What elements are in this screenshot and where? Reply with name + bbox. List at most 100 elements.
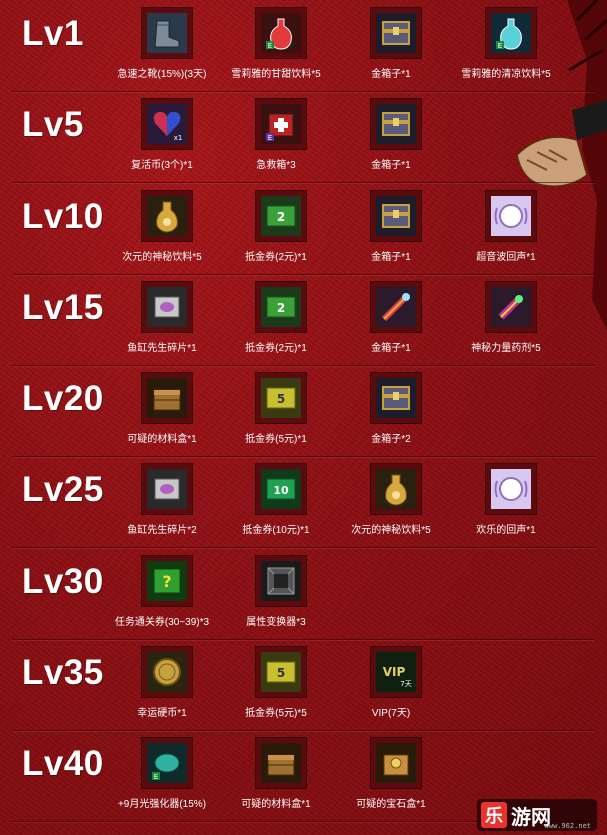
reward-item[interactable]: VIP 7天 VIP(7天) — [331, 647, 451, 727]
reward-icon-frame — [371, 8, 421, 58]
level-label: Lv1 — [22, 14, 84, 53]
reward-item[interactable]: 金箱子*1 — [331, 8, 451, 88]
svg-text:5: 5 — [277, 392, 285, 406]
reward-icon-frame — [256, 738, 306, 788]
first-aid-kit-icon: E — [261, 104, 301, 144]
enhancer-icon: E — [147, 743, 187, 783]
svg-text:2: 2 — [277, 210, 285, 224]
reward-label: 可疑的宝石盒*1 — [356, 799, 426, 810]
svg-text:E: E — [498, 42, 502, 50]
reward-item[interactable]: 鱼缸先生碎片*1 — [102, 282, 222, 362]
logo-url: www.962.net — [544, 822, 591, 830]
crystal-wand-icon — [376, 287, 416, 327]
reward-item[interactable]: 金箱子*2 — [331, 373, 451, 453]
reward-item[interactable]: 属性变换器*3 — [216, 556, 336, 636]
reward-item[interactable]: 金箱子*1 — [331, 99, 451, 179]
reward-label: 金箱子*2 — [371, 434, 411, 445]
coupon-10-icon: 10 — [261, 469, 301, 509]
reward-icon-frame: 5 — [256, 647, 306, 697]
reward-icon-frame: VIP 7天 — [371, 647, 421, 697]
reward-icon-frame: ? — [142, 556, 192, 606]
reward-item[interactable]: E +9月光强化器(15%) — [102, 738, 222, 818]
coupon-2-icon: 2 — [261, 196, 301, 236]
reward-label: VIP(7天) — [371, 708, 411, 719]
reward-item[interactable]: 急速之靴(15%)(3天) — [102, 8, 222, 88]
reward-item[interactable]: 2 抵金券(2元)*1 — [216, 191, 336, 271]
reward-item[interactable]: 欢乐的回声*1 — [446, 464, 566, 544]
level-row: Lv15 鱼缸先生碎片*1 2 抵金券(2元)*1 金箱子*1 神秘力量药剂*5 — [0, 274, 607, 366]
red-potion-icon: E — [261, 13, 301, 53]
reward-item[interactable]: 可疑的宝石盒*1 — [331, 738, 451, 818]
reward-item[interactable]: 鱼缸先生碎片*2 — [102, 464, 222, 544]
svg-text:?: ? — [162, 572, 171, 591]
reward-label: 超音波回声*1 — [476, 252, 536, 263]
level-label: Lv35 — [22, 653, 104, 692]
level-label: Lv15 — [22, 288, 104, 327]
reward-item[interactable]: 5 抵金券(5元)*1 — [216, 373, 336, 453]
reward-item[interactable]: 神秘力量药剂*5 — [446, 282, 566, 362]
svg-text:7天: 7天 — [400, 680, 411, 688]
reward-item[interactable]: 10 抵金券(10元)*1 — [216, 464, 336, 544]
logo-mark: 乐 — [481, 802, 507, 828]
reward-icon-frame — [142, 191, 192, 241]
attribute-converter-icon — [261, 561, 301, 601]
reward-icon-frame — [486, 282, 536, 332]
reward-item[interactable]: 幸运硬币*1 — [102, 647, 222, 727]
reward-item[interactable]: 次元的神秘饮料*5 — [102, 191, 222, 271]
power-potion-icon — [491, 287, 531, 327]
reward-icon-frame: E — [486, 8, 536, 58]
level-label: Lv40 — [22, 744, 104, 783]
reward-icon-frame — [371, 373, 421, 423]
echo-icon — [491, 469, 531, 509]
svg-text:x1: x1 — [174, 134, 183, 142]
reward-icon-frame: 10 — [256, 464, 306, 514]
echo-icon — [491, 196, 531, 236]
coupon-5-icon: 5 — [261, 652, 301, 692]
level-row: Lv10 次元的神秘饮料*5 2 抵金券(2元)*1 金箱子*1 超音波回声*1 — [0, 183, 607, 275]
reward-icon-frame — [371, 99, 421, 149]
reward-item[interactable]: 可疑的材料盒*1 — [102, 373, 222, 453]
reward-item[interactable]: 5 抵金券(5元)*5 — [216, 647, 336, 727]
reward-item[interactable]: 超音波回声*1 — [446, 191, 566, 271]
gold-box-icon — [376, 104, 416, 144]
site-logo[interactable]: 乐 游网 www.962.net — [477, 799, 597, 831]
reward-item[interactable]: E 急救箱*3 — [216, 99, 336, 179]
mystic-drink-icon — [376, 469, 416, 509]
gold-box-icon — [376, 378, 416, 418]
level-row: Lv25 鱼缸先生碎片*2 10 抵金券(10元)*1 次元的神秘饮料*5 欢乐的回声*1 — [0, 456, 607, 548]
svg-text:E: E — [154, 773, 158, 781]
reward-item[interactable]: E 雪莉雅的清凉饮料*5 — [446, 8, 566, 88]
reward-item[interactable]: ? 任务通关券(30~39)*3 — [102, 556, 222, 636]
reward-item[interactable]: 可疑的材料盒*1 — [216, 738, 336, 818]
level-row: Lv20 可疑的材料盒*1 5 抵金券(5元)*1 金箱子*2 — [0, 365, 607, 457]
level-label: Lv10 — [22, 197, 104, 236]
svg-text:E: E — [268, 134, 272, 142]
level-label: Lv20 — [22, 379, 104, 418]
coupon-2-icon: 2 — [261, 287, 301, 327]
reward-icon-frame — [486, 191, 536, 241]
quest-ticket-icon: ? — [147, 561, 187, 601]
reward-item[interactable]: 2 抵金券(2元)*1 — [216, 282, 336, 362]
svg-text:E: E — [268, 42, 272, 50]
revive-coin-icon: x1 — [147, 104, 187, 144]
mystic-drink-icon — [147, 196, 187, 236]
reward-icon-frame: E — [142, 738, 192, 788]
reward-label: 金箱子*1 — [371, 160, 411, 171]
reward-item[interactable]: 金箱子*1 — [331, 191, 451, 271]
reward-icon-frame: x1 — [142, 99, 192, 149]
level-row: Lv35 幸运硬币*1 5 抵金券(5元)*5 VIP 7天 VIP(7天) — [0, 639, 607, 731]
reward-item[interactable]: 次元的神秘饮料*5 — [331, 464, 451, 544]
gem-box-icon — [376, 743, 416, 783]
level-label: Lv25 — [22, 470, 104, 509]
material-box-icon — [147, 378, 187, 418]
reward-label: 神秘力量药剂*5 — [471, 343, 541, 354]
level-label: Lv30 — [22, 562, 104, 601]
reward-item[interactable]: E 雪莉雅的甘甜饮料*5 — [216, 8, 336, 88]
reward-icon-frame — [142, 373, 192, 423]
vip-icon: VIP7天 — [376, 652, 416, 692]
svg-text:VIP: VIP — [383, 665, 406, 679]
reward-icon-frame — [371, 464, 421, 514]
reward-item[interactable]: x1 复活币(3个)*1 — [102, 99, 222, 179]
coupon-5-icon: 5 — [261, 378, 301, 418]
reward-item[interactable]: 金箱子*1 — [331, 282, 451, 362]
